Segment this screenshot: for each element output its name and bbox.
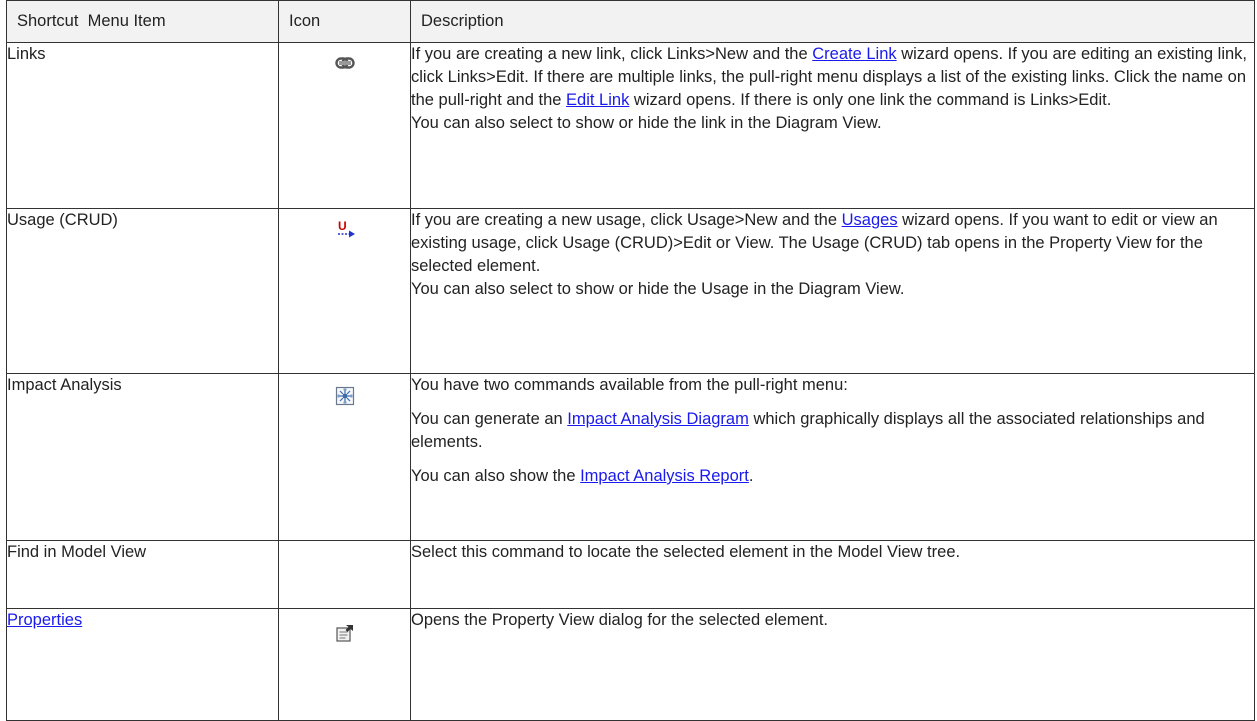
table-row-links: Links If you are creating a new link, cl… [6, 42, 1255, 209]
header-shortcut-menu-item: Shortcut Menu Item [6, 0, 279, 43]
properties-link[interactable]: Properties [7, 611, 82, 629]
properties-icon [335, 623, 355, 643]
link-icon [334, 53, 355, 73]
impact-analysis-diagram-link[interactable]: Impact Analysis Diagram [567, 410, 749, 428]
menu-item-usage-crud: Usage (CRUD) [6, 208, 279, 374]
description-links: If you are creating a new link, click Li… [410, 42, 1255, 209]
header-description: Description [410, 0, 1255, 43]
table-row-usage: Usage (CRUD) U If you are creating a new… [6, 208, 1255, 374]
impact-analysis-icon [335, 386, 355, 406]
menu-item-impact-analysis: Impact Analysis [6, 373, 279, 541]
description-usage: If you are creating a new usage, click U… [410, 208, 1255, 374]
impact-analysis-report-link[interactable]: Impact Analysis Report [580, 467, 749, 485]
edit-link-link[interactable]: Edit Link [566, 91, 629, 109]
table-row-find-in-model-view: Find in Model View Select this command t… [6, 540, 1255, 609]
usage-arrow-icon: U [335, 219, 355, 239]
menu-item-links: Links [6, 42, 279, 209]
table-header-row: Shortcut Menu Item Icon Description [6, 0, 1255, 43]
svg-text:U: U [338, 219, 347, 233]
icon-cell-empty [278, 540, 411, 609]
table-row-properties: Properties Opens the Property View dialo… [6, 608, 1255, 721]
menu-item-find-in-model-view: Find in Model View [6, 540, 279, 609]
header-icon: Icon [278, 0, 411, 43]
usages-link[interactable]: Usages [842, 211, 898, 229]
create-link-link[interactable]: Create Link [812, 45, 896, 63]
description-properties: Opens the Property View dialog for the s… [410, 608, 1255, 721]
description-find-in-model-view: Select this command to locate the select… [410, 540, 1255, 609]
table-row-impact-analysis: Impact Analysis You have two commands av… [6, 373, 1255, 541]
shortcut-menu-table: Shortcut Menu Item Icon Description Link… [6, 0, 1255, 721]
description-impact-analysis: You have two commands available from the… [410, 373, 1255, 541]
